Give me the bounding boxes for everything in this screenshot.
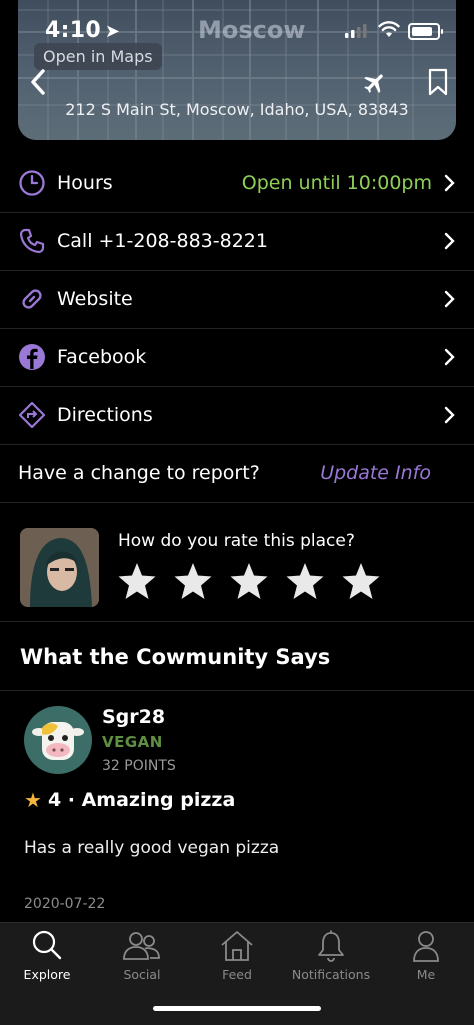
directions-label: Directions [57, 404, 153, 426]
chevron-right-icon [444, 406, 455, 424]
tab-notifications[interactable]: Notifications [284, 929, 378, 982]
reviewer-username[interactable]: Sgr28 [102, 706, 165, 728]
people-icon [123, 932, 160, 960]
chevron-right-icon [444, 290, 455, 308]
status-time: 4:10 ➤ [45, 18, 121, 43]
bell-icon [318, 930, 344, 962]
website-label: Website [57, 288, 133, 310]
review-headline: ★ 4 · Amazing pizza [24, 788, 235, 812]
hours-row[interactable]: Hours Open until 10:00pm [0, 154, 474, 213]
tab-feed[interactable]: Feed [190, 929, 284, 982]
reviewer-points: 32 POINTS [102, 758, 176, 774]
phone-icon [19, 228, 45, 254]
facebook-row[interactable]: Facebook [0, 328, 474, 387]
cellular-signal-icon [345, 24, 367, 38]
star-icon-3[interactable] [229, 561, 269, 601]
location-arrow-icon: ➤ [104, 21, 121, 42]
home-icon [221, 931, 253, 961]
reviewer-avatar[interactable] [24, 706, 92, 774]
facebook-label: Facebook [57, 346, 147, 368]
rate-place-section: How do you rate this place? [0, 503, 474, 622]
star-icon-5[interactable] [341, 561, 381, 601]
link-icon [22, 289, 42, 309]
tab-notifications-label: Notifications [291, 967, 371, 982]
tab-explore-label: Explore [23, 967, 71, 982]
website-row[interactable]: Website [0, 270, 474, 329]
report-question: Have a change to report? [18, 462, 260, 484]
tab-me-label: Me [416, 967, 436, 982]
search-icon [32, 930, 62, 960]
chevron-right-icon [444, 232, 455, 250]
community-section-title: What the Cowmunity Says [20, 645, 331, 669]
reviewer-diet-badge: VEGAN [102, 733, 163, 751]
hours-value: Open until 10:00pm [241, 172, 432, 194]
review-body: Has a really good vegan pizza [24, 838, 280, 858]
call-label: Call +1-208-883-8221 [57, 230, 268, 252]
airplane-icon[interactable] [362, 70, 388, 96]
clock-icon [19, 170, 45, 196]
call-row[interactable]: Call +1-208-883-8221 [0, 212, 474, 271]
directions-row[interactable]: Directions [0, 386, 474, 445]
wifi-icon [378, 21, 400, 37]
tab-social[interactable]: Social [95, 929, 189, 982]
section-divider [0, 690, 474, 691]
star-icon-4[interactable] [285, 561, 325, 601]
tab-social-label: Social [123, 967, 161, 982]
battery-icon [408, 23, 443, 40]
user-avatar [20, 528, 99, 607]
tab-feed-label: Feed [222, 967, 252, 982]
chevron-right-icon [444, 174, 455, 192]
rating-stars [117, 561, 381, 601]
tab-explore[interactable]: Explore [0, 929, 94, 982]
map-city-label: Moscow [198, 16, 306, 44]
chevron-right-icon [444, 348, 455, 366]
bookmark-icon[interactable] [427, 68, 449, 96]
tab-me[interactable]: Me [379, 929, 473, 982]
review-date: 2020-07-22 [24, 896, 106, 912]
star-filled-icon: ★ [24, 788, 42, 812]
facebook-icon [19, 344, 45, 370]
star-icon-1[interactable] [117, 561, 157, 601]
back-chevron-icon[interactable] [26, 66, 50, 98]
cow-avatar-icon [32, 722, 84, 760]
place-address: 212 S Main St, Moscow, Idaho, USA, 83843 [65, 100, 409, 119]
update-info-link[interactable]: Update Info [320, 462, 431, 484]
directions-icon [18, 401, 46, 429]
star-icon-2[interactable] [173, 561, 213, 601]
hours-label: Hours [57, 172, 113, 194]
review-headline-text: 4 · Amazing pizza [47, 789, 236, 811]
report-change-row: Have a change to report? Update Info [0, 445, 474, 503]
rating-question: How do you rate this place? [118, 531, 355, 551]
person-icon [413, 931, 439, 962]
home-indicator [153, 1006, 321, 1011]
open-in-maps-button[interactable]: Open in Maps [34, 43, 162, 70]
